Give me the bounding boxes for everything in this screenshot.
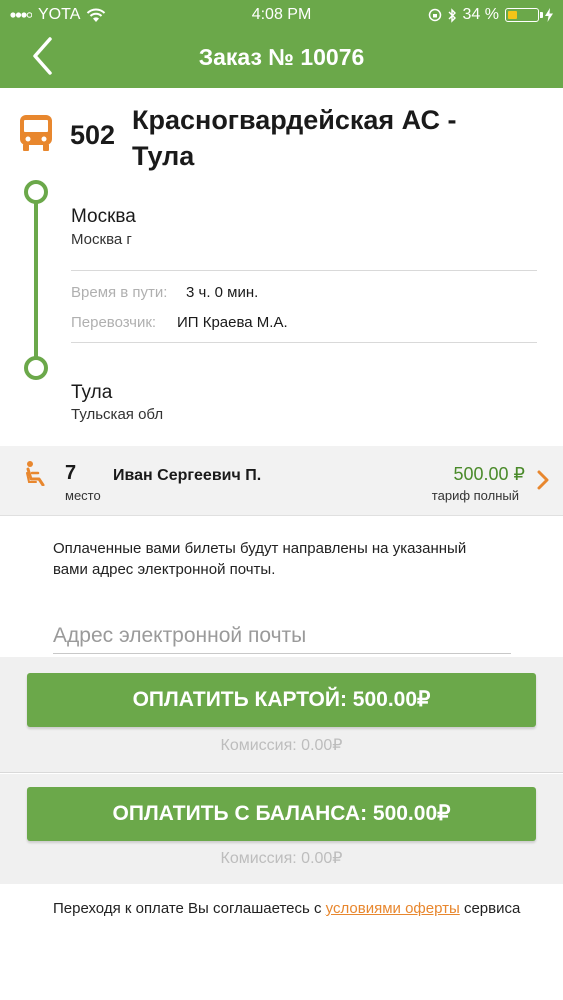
email-notice: Оплаченные вами билеты будут направлены … <box>53 540 467 578</box>
bluetooth-icon <box>448 7 456 23</box>
route-number: 502 <box>70 120 116 150</box>
nav-bar: Заказ № 10076 <box>0 30 563 88</box>
duration-label: Время в пути: <box>71 284 168 301</box>
battery-percent: 34 % <box>462 6 499 23</box>
status-bar-right: 34 % <box>428 6 553 24</box>
route-line <box>34 192 38 368</box>
seat-number: 7 <box>65 462 77 484</box>
pay-card-button[interactable]: ОПЛАТИТЬ КАРТОЙ: 500.00₽ <box>27 673 536 727</box>
rotation-lock-icon <box>428 8 441 22</box>
tariff-label: тариф полный <box>431 488 519 503</box>
pay-balance-button[interactable]: ОПЛАТИТЬ С БАЛАНСА: 500.00₽ <box>27 787 536 841</box>
card-commission: Комиссия: 0.00₽ <box>220 737 343 754</box>
card-payment-section: ОПЛАТИТЬ КАРТОЙ: 500.00₽ Комиссия: 0.00₽ <box>0 657 563 773</box>
charging-bolt-icon <box>545 8 553 22</box>
route-details: 502 Красногвардейская АС - Тула Москва М… <box>0 88 563 446</box>
balance-commission: Комиссия: 0.00₽ <box>220 850 343 867</box>
ticket-row[interactable]: 7 место Иван Сергеевич П. 500.00 ₽ тариф… <box>0 446 563 516</box>
terms-footer: Переходя к оплате Вы соглашаетесь с усло… <box>53 898 533 920</box>
route-name: Красногвардейская АС - Тула <box>132 105 457 171</box>
status-bar: YOTA 4:08 PM 34 % <box>0 0 563 30</box>
origin-city: Москва <box>71 206 136 227</box>
offer-terms-link[interactable]: условиями оферты <box>326 900 460 917</box>
origin-region: Москва г <box>71 231 132 248</box>
page-title: Заказ № 10076 <box>198 44 365 70</box>
carrier-value: ИП Краева М.А. <box>177 314 288 331</box>
battery-icon <box>505 8 543 22</box>
balance-payment-section: ОПЛАТИТЬ С БАЛАНСА: 500.00₽ Комиссия: 0.… <box>0 774 563 884</box>
divider <box>71 270 537 271</box>
terms-text: Переходя к оплате Вы соглашаетесь с <box>53 900 326 917</box>
email-field[interactable] <box>53 618 511 654</box>
ticket-price: 500.00 ₽ <box>453 464 525 484</box>
destination-region: Тульская обл <box>71 406 164 423</box>
seat-icon <box>24 460 48 491</box>
app-header: YOTA 4:08 PM 34 % Заказ № 10076 <box>0 0 563 88</box>
destination-stop-marker <box>24 356 48 380</box>
passenger-name: Иван Сергеевич П. <box>113 467 262 484</box>
seat-label: место <box>65 488 101 503</box>
duration-value: 3 ч. 0 мин. <box>186 284 259 301</box>
destination-city: Тула <box>71 382 113 403</box>
terms-text-end: сервиса <box>459 900 521 917</box>
chevron-right-icon <box>537 470 549 495</box>
carrier-label: Перевозчик: <box>71 314 157 331</box>
divider <box>71 342 537 343</box>
bus-icon <box>19 114 53 157</box>
origin-stop-marker <box>24 180 48 204</box>
